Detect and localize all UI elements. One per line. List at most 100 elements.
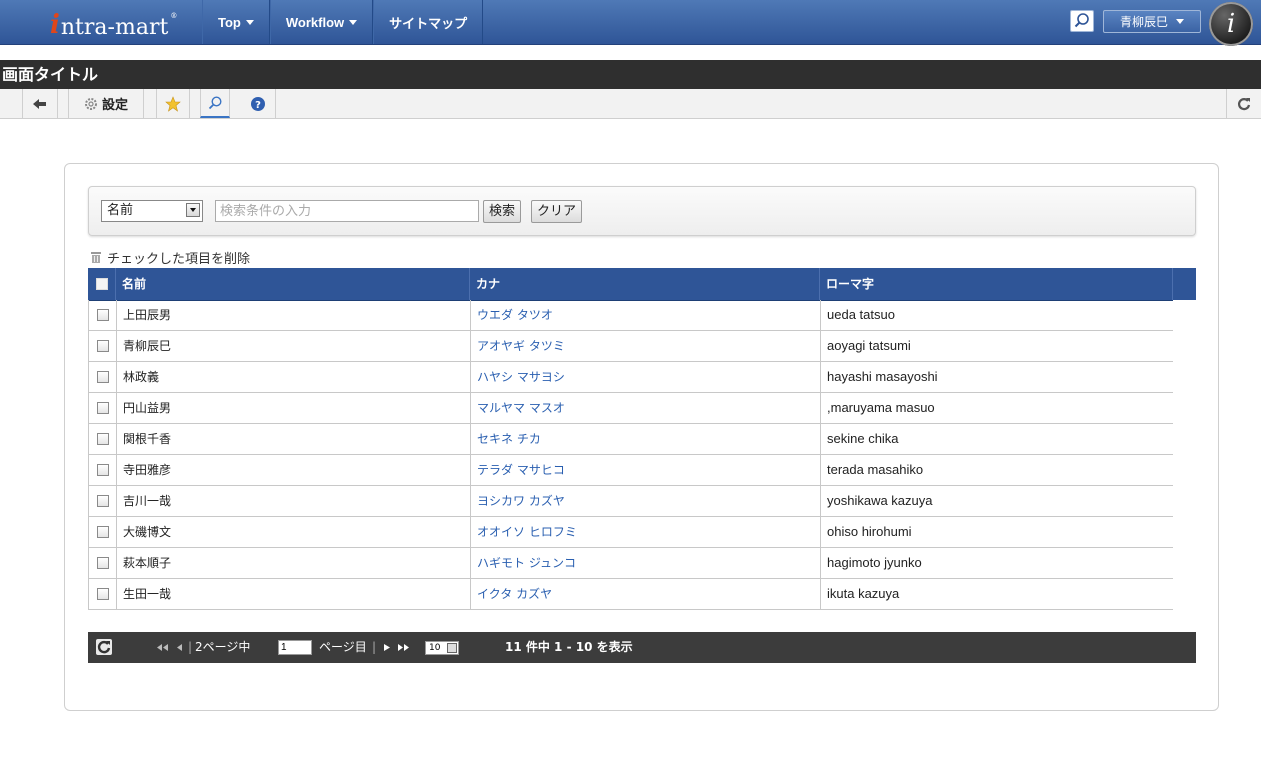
first-page-button[interactable] xyxy=(156,632,170,663)
row-checkbox[interactable] xyxy=(97,433,109,445)
rows-per-page-value: 10 xyxy=(429,643,441,653)
cell-kana-link[interactable]: ハギモト ジュンコ xyxy=(471,548,821,578)
user-table: 名前 カナ ローマ字 上田辰男 ウエダ タツオ ueda tatsuo 青柳辰巳… xyxy=(88,268,1196,668)
nav-top[interactable]: Top xyxy=(202,0,270,44)
table-row[interactable]: 大磯博文 オオイソ ヒロフミ ohiso hirohumi xyxy=(89,517,1174,548)
table-scroll-area[interactable] xyxy=(1173,300,1196,626)
reload-icon xyxy=(97,640,111,654)
total-pages-label: 2ページ中 xyxy=(195,640,251,654)
main-nav: Top Workflow サイトマップ xyxy=(202,0,484,44)
cell-romaji: ikuta kazuya xyxy=(821,579,1174,609)
cell-romaji: ohiso hirohumi xyxy=(821,517,1174,547)
pager-separator: | xyxy=(188,640,193,654)
nav-workflow-label: Workflow xyxy=(285,14,345,30)
select-all-checkbox[interactable] xyxy=(96,278,108,290)
column-header-romaji[interactable]: ローマ字 xyxy=(820,268,1173,300)
search-icon xyxy=(208,95,222,109)
cell-name: 林政義 xyxy=(117,362,471,392)
reload-button[interactable] xyxy=(1226,89,1261,118)
favorite-button[interactable] xyxy=(156,89,190,118)
cell-kana-link[interactable]: ウエダ タツオ xyxy=(471,300,821,330)
cell-kana-link[interactable]: イクタ カズヤ xyxy=(471,579,821,609)
chevron-right-icon xyxy=(384,644,390,651)
svg-text:?: ? xyxy=(255,100,261,111)
table-row[interactable]: 上田辰男 ウエダ タツオ ueda tatsuo xyxy=(89,300,1174,331)
table-row[interactable]: 関根千香 セキネ チカ sekine chika xyxy=(89,424,1174,455)
table-row[interactable]: 円山益男 マルヤマ マスオ ,maruyama masuo xyxy=(89,393,1174,424)
column-header-kana[interactable]: カナ xyxy=(470,268,820,300)
row-checkbox[interactable] xyxy=(97,495,109,507)
prev-page-button[interactable] xyxy=(176,632,184,663)
search-button[interactable]: 検索 xyxy=(483,200,522,223)
cell-name: 生田一哉 xyxy=(117,579,471,609)
delete-checked-label: チェックした項目を削除 xyxy=(107,251,251,267)
row-checkbox[interactable] xyxy=(97,402,109,414)
cell-kana-link[interactable]: ヨシカワ カズヤ xyxy=(471,486,821,516)
table-header: 名前 カナ ローマ字 xyxy=(88,268,1196,301)
search-toggle-button[interactable] xyxy=(200,89,230,118)
cell-kana-link[interactable]: オオイソ ヒロフミ xyxy=(471,517,821,547)
chevron-down-icon xyxy=(447,643,457,653)
table-row[interactable]: 生田一哉 イクタ カズヤ ikuta kazuya xyxy=(89,579,1174,610)
table-row[interactable]: 吉川一哉 ヨシカワ カズヤ yoshikawa kazuya xyxy=(89,486,1174,517)
nav-sitemap[interactable]: サイトマップ xyxy=(373,0,484,44)
trash-icon xyxy=(91,251,101,263)
cell-name: 上田辰男 xyxy=(117,300,471,330)
brand-emblem: i xyxy=(1209,2,1253,46)
row-checkbox[interactable] xyxy=(97,557,109,569)
delete-checked-button[interactable]: チェックした項目を削除 xyxy=(90,248,251,267)
table-row[interactable]: 青柳辰巳 アオヤギ タツミ aoyagi tatsumi xyxy=(89,331,1174,362)
row-checkbox[interactable] xyxy=(97,309,109,321)
user-name: 青柳辰巳 xyxy=(1119,15,1168,29)
cell-kana-link[interactable]: アオヤギ タツミ xyxy=(471,331,821,361)
row-checkbox[interactable] xyxy=(97,340,109,352)
table-row[interactable]: 萩本順子 ハギモト ジュンコ hagimoto jyunko xyxy=(89,548,1174,579)
settings-label: 設定 xyxy=(101,98,128,113)
nav-sitemap-label: サイトマップ xyxy=(389,15,468,31)
row-checkbox[interactable] xyxy=(97,526,109,538)
chevron-left-icon xyxy=(177,644,182,651)
select-all-cell xyxy=(88,268,116,300)
pager-separator: | xyxy=(372,640,377,654)
page-toolbar: 設定 ? xyxy=(0,89,1261,119)
page-number-input[interactable] xyxy=(278,640,312,655)
table-row[interactable]: 寺田雅彦 テラダ マサヒコ terada masahiko xyxy=(89,455,1174,486)
chevron-down-icon xyxy=(1176,19,1184,24)
cell-kana-link[interactable]: マルヤマ マスオ xyxy=(471,393,821,423)
help-button[interactable]: ? xyxy=(240,89,276,118)
chevron-down-icon xyxy=(349,19,358,25)
clear-button[interactable]: クリア xyxy=(531,200,583,223)
row-checkbox[interactable] xyxy=(97,588,109,600)
cell-romaji: sekine chika xyxy=(821,424,1174,454)
cell-romaji: aoyagi tatsumi xyxy=(821,331,1174,361)
row-checkbox[interactable] xyxy=(97,371,109,383)
help-icon: ? xyxy=(250,96,265,111)
row-checkbox[interactable] xyxy=(97,464,109,476)
cell-kana-link[interactable]: テラダ マサヒコ xyxy=(471,455,821,485)
user-menu-button[interactable]: 青柳辰巳 xyxy=(1103,10,1201,33)
back-button[interactable] xyxy=(22,89,58,118)
table-row[interactable]: 林政義 ハヤシ マサヨシ hayashi masayoshi xyxy=(89,362,1174,393)
search-input[interactable] xyxy=(215,200,479,222)
settings-button[interactable]: 設定 xyxy=(68,89,144,118)
brand-mark: i xyxy=(1226,9,1236,39)
page-title: 画面タイトル xyxy=(0,60,1261,89)
double-chevron-right-icon xyxy=(398,644,409,651)
next-page-button[interactable] xyxy=(382,632,392,663)
page-suffix-label: ページ目 xyxy=(319,640,367,654)
cell-name: 青柳辰巳 xyxy=(117,331,471,361)
last-page-button[interactable] xyxy=(396,632,412,663)
nav-workflow[interactable]: Workflow xyxy=(269,0,374,44)
cell-romaji: ,maruyama masuo xyxy=(821,393,1174,423)
cell-romaji: ueda tatsuo xyxy=(821,300,1174,330)
cell-kana-link[interactable]: ハヤシ マサヨシ xyxy=(471,362,821,392)
rows-per-page-select[interactable]: 10 xyxy=(425,641,459,655)
intra-mart-logo[interactable]: i ntra-mart ® xyxy=(50,6,177,40)
pager-reload-button[interactable] xyxy=(96,639,112,655)
global-search-button[interactable] xyxy=(1070,10,1094,32)
search-field-selected: 名前 xyxy=(107,203,134,218)
cell-romaji: hagimoto jyunko xyxy=(821,548,1174,578)
cell-kana-link[interactable]: セキネ チカ xyxy=(471,424,821,454)
search-field-select[interactable]: 名前 xyxy=(101,200,203,222)
column-header-name[interactable]: 名前 xyxy=(116,268,470,300)
